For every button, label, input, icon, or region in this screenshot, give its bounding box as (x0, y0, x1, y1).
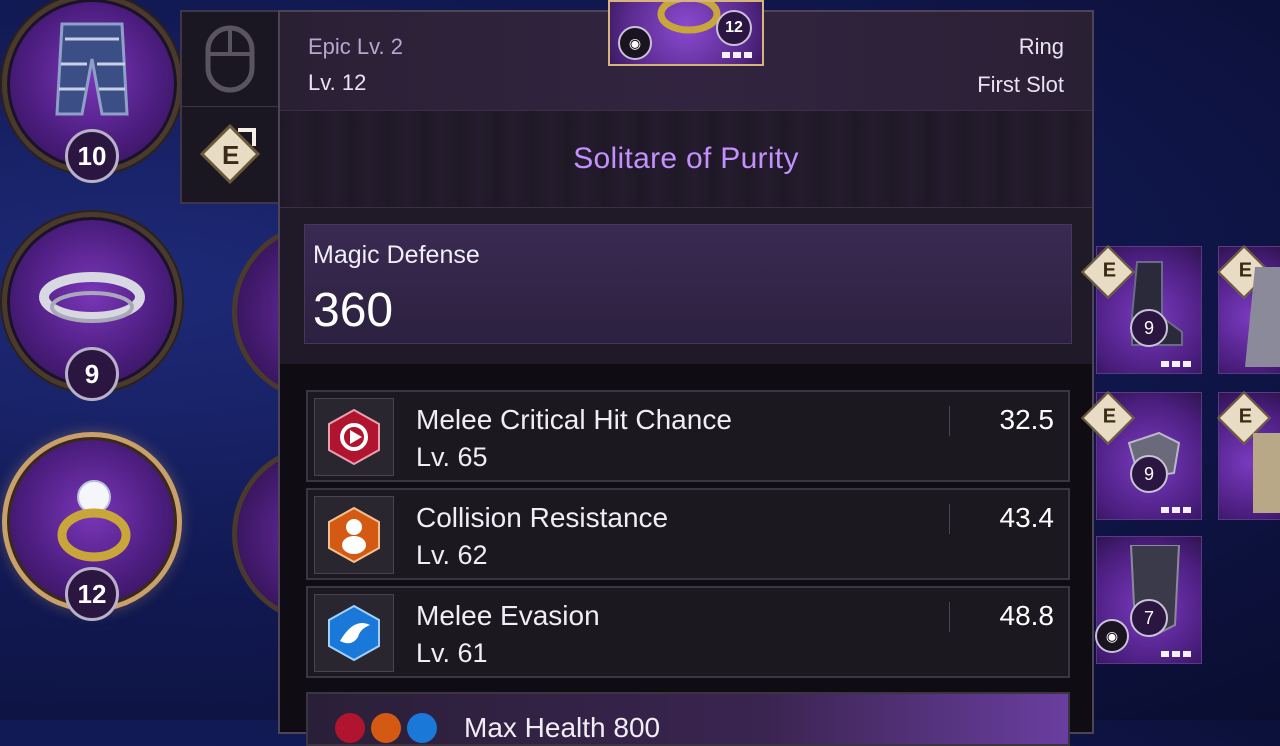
item-name: Solitare of Purity (573, 142, 799, 175)
sub-stat-row[interactable]: Collision Resistance Lv. 62 43.4 (306, 488, 1070, 580)
bracelet-icon (39, 272, 145, 323)
set-gems-icon (335, 713, 437, 743)
gear-slot-ring[interactable]: 12 (2, 432, 182, 621)
sub-stat-icon-frame (314, 496, 394, 574)
sub-stat-name: Melee Evasion (416, 600, 600, 631)
critical-hit-icon (328, 408, 380, 466)
sub-stat-level: Lv. 61 (416, 638, 488, 668)
evasion-icon (328, 604, 380, 662)
pants-icon (55, 22, 129, 116)
item-grade: Epic Lv. 2 (308, 34, 403, 59)
side-action-panel: E (180, 10, 280, 204)
item-title-band: Solitare of Purity (280, 110, 1092, 208)
item-level: Lv. 12 (308, 70, 367, 95)
sub-stat-value: 48.8 (999, 600, 1055, 631)
sub-stat-row[interactable]: Melee Critical Hit Chance Lv. 65 32.5 (306, 390, 1070, 482)
sub-stat-value: 32.5 (999, 404, 1055, 435)
sub-stat-level: Lv. 65 (416, 442, 488, 472)
sub-stat-icon-frame (314, 398, 394, 476)
ring-icon (57, 480, 131, 562)
equip-button[interactable]: E (182, 107, 278, 201)
sub-stat-value: 43.4 (999, 502, 1055, 533)
rank-dots (1161, 507, 1191, 513)
ring-icon (657, 2, 721, 34)
item-type: Ring (1018, 34, 1064, 59)
tile-level-badge: 9 (1130, 455, 1168, 493)
slot-level-badge: 10 (65, 129, 119, 183)
mouse-button[interactable] (182, 12, 278, 107)
slot-level-badge: 12 (65, 567, 119, 621)
rank-dots (1161, 651, 1191, 657)
tile-level-badge: 9 (1130, 309, 1168, 347)
sub-stat-icon-frame (314, 594, 394, 672)
gear-slot-bracelet[interactable]: 9 (2, 212, 182, 401)
main-stat-label: Magic Defense (313, 241, 480, 269)
sub-stats-area: Melee Critical Hit Chance Lv. 65 32.5 Co… (280, 364, 1092, 746)
rank-dots (722, 52, 752, 58)
inventory-tile[interactable]: ◉ 7 (1095, 536, 1202, 664)
sub-stat-row[interactable]: Melee Evasion Lv. 61 48.8 (306, 586, 1070, 678)
inventory-tile[interactable]: E 9 (1081, 245, 1202, 374)
main-stat-value: 360 (313, 284, 394, 337)
divider (949, 602, 950, 632)
slot-level-badge: 9 (65, 347, 119, 401)
main-stat-panel: Magic Defense 360 (304, 224, 1072, 344)
set-bonus-row[interactable]: Max Health 800 (306, 692, 1070, 746)
inventory-tile[interactable]: E (1217, 245, 1280, 374)
item-slot: First Slot (977, 72, 1064, 97)
sub-stat-level: Lv. 62 (416, 540, 488, 570)
gear-slot-pants[interactable]: 10 (2, 0, 182, 183)
equip-letter: E (222, 140, 239, 170)
divider (949, 406, 950, 436)
mouse-icon (205, 25, 255, 93)
tile-level-badge: 7 (1130, 599, 1168, 637)
sub-stat-name: Collision Resistance (416, 502, 669, 533)
set-bonus-text: Max Health 800 (464, 712, 661, 743)
collision-resistance-icon (328, 506, 380, 564)
lock-icon[interactable]: ◉ (1095, 619, 1129, 653)
top-level-badge: 12 (716, 10, 752, 46)
divider (949, 504, 950, 534)
inventory-tile[interactable]: E (1217, 391, 1280, 520)
cloak-icon (1245, 267, 1280, 367)
inventory-tile[interactable]: E 9 (1081, 391, 1202, 520)
equip-icon: E (199, 123, 261, 185)
rank-dots (1161, 361, 1191, 367)
armor-icon (1253, 433, 1280, 513)
item-tooltip: Epic Lv. 2 Lv. 12 Ring First Slot Solita… (278, 10, 1094, 746)
lock-icon[interactable]: ◉ (618, 26, 652, 60)
sub-stat-name: Melee Critical Hit Chance (416, 404, 732, 435)
equipped-ring-icon-frame[interactable]: ◉ 12 (608, 0, 764, 66)
